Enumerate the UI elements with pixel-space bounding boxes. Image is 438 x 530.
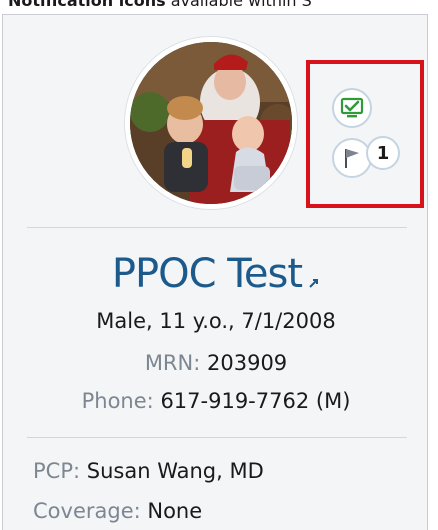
top-divider [27,227,407,228]
coverage-value: None [147,499,203,523]
pcp-row: PCP: Susan Wang, MD [33,459,264,483]
pcp-value: Susan Wang, MD [86,459,264,483]
patient-demographics: Male, 11 y.o., 7/1/2008 [96,309,336,333]
patient-mrn: MRN: 203909 [3,351,429,375]
name-row: PPOC Test [3,247,429,301]
coverage-row: Coverage: None [33,499,202,523]
phone-label: Phone: [81,389,154,413]
patient-avatar[interactable] [125,37,297,209]
avatar-photo [130,42,292,204]
bottom-divider [27,437,407,438]
caption-rest: available within S [165,0,312,10]
phone-value: 617-919-7762 (M) [160,389,351,413]
pcp-label: PCP: [33,459,81,483]
mrn-value: 203909 [207,351,288,375]
flag-icon [345,149,359,168]
mrn-label: MRN: [144,351,201,375]
patient-phone: Phone: 617-919-7762 (M) [3,389,429,413]
external-link-icon[interactable] [308,274,320,293]
patient-name[interactable]: PPOC Test [112,251,303,297]
monitor-check-button[interactable] [332,88,372,128]
caption-bold: Notification icons [8,0,166,10]
monitor-check-icon [340,97,364,118]
coverage-label: Coverage: [33,499,141,523]
notification-highlight-box [306,60,424,208]
flag-count-badge: 1 [366,136,400,170]
caption-text: Notification icons available within S [8,0,438,12]
